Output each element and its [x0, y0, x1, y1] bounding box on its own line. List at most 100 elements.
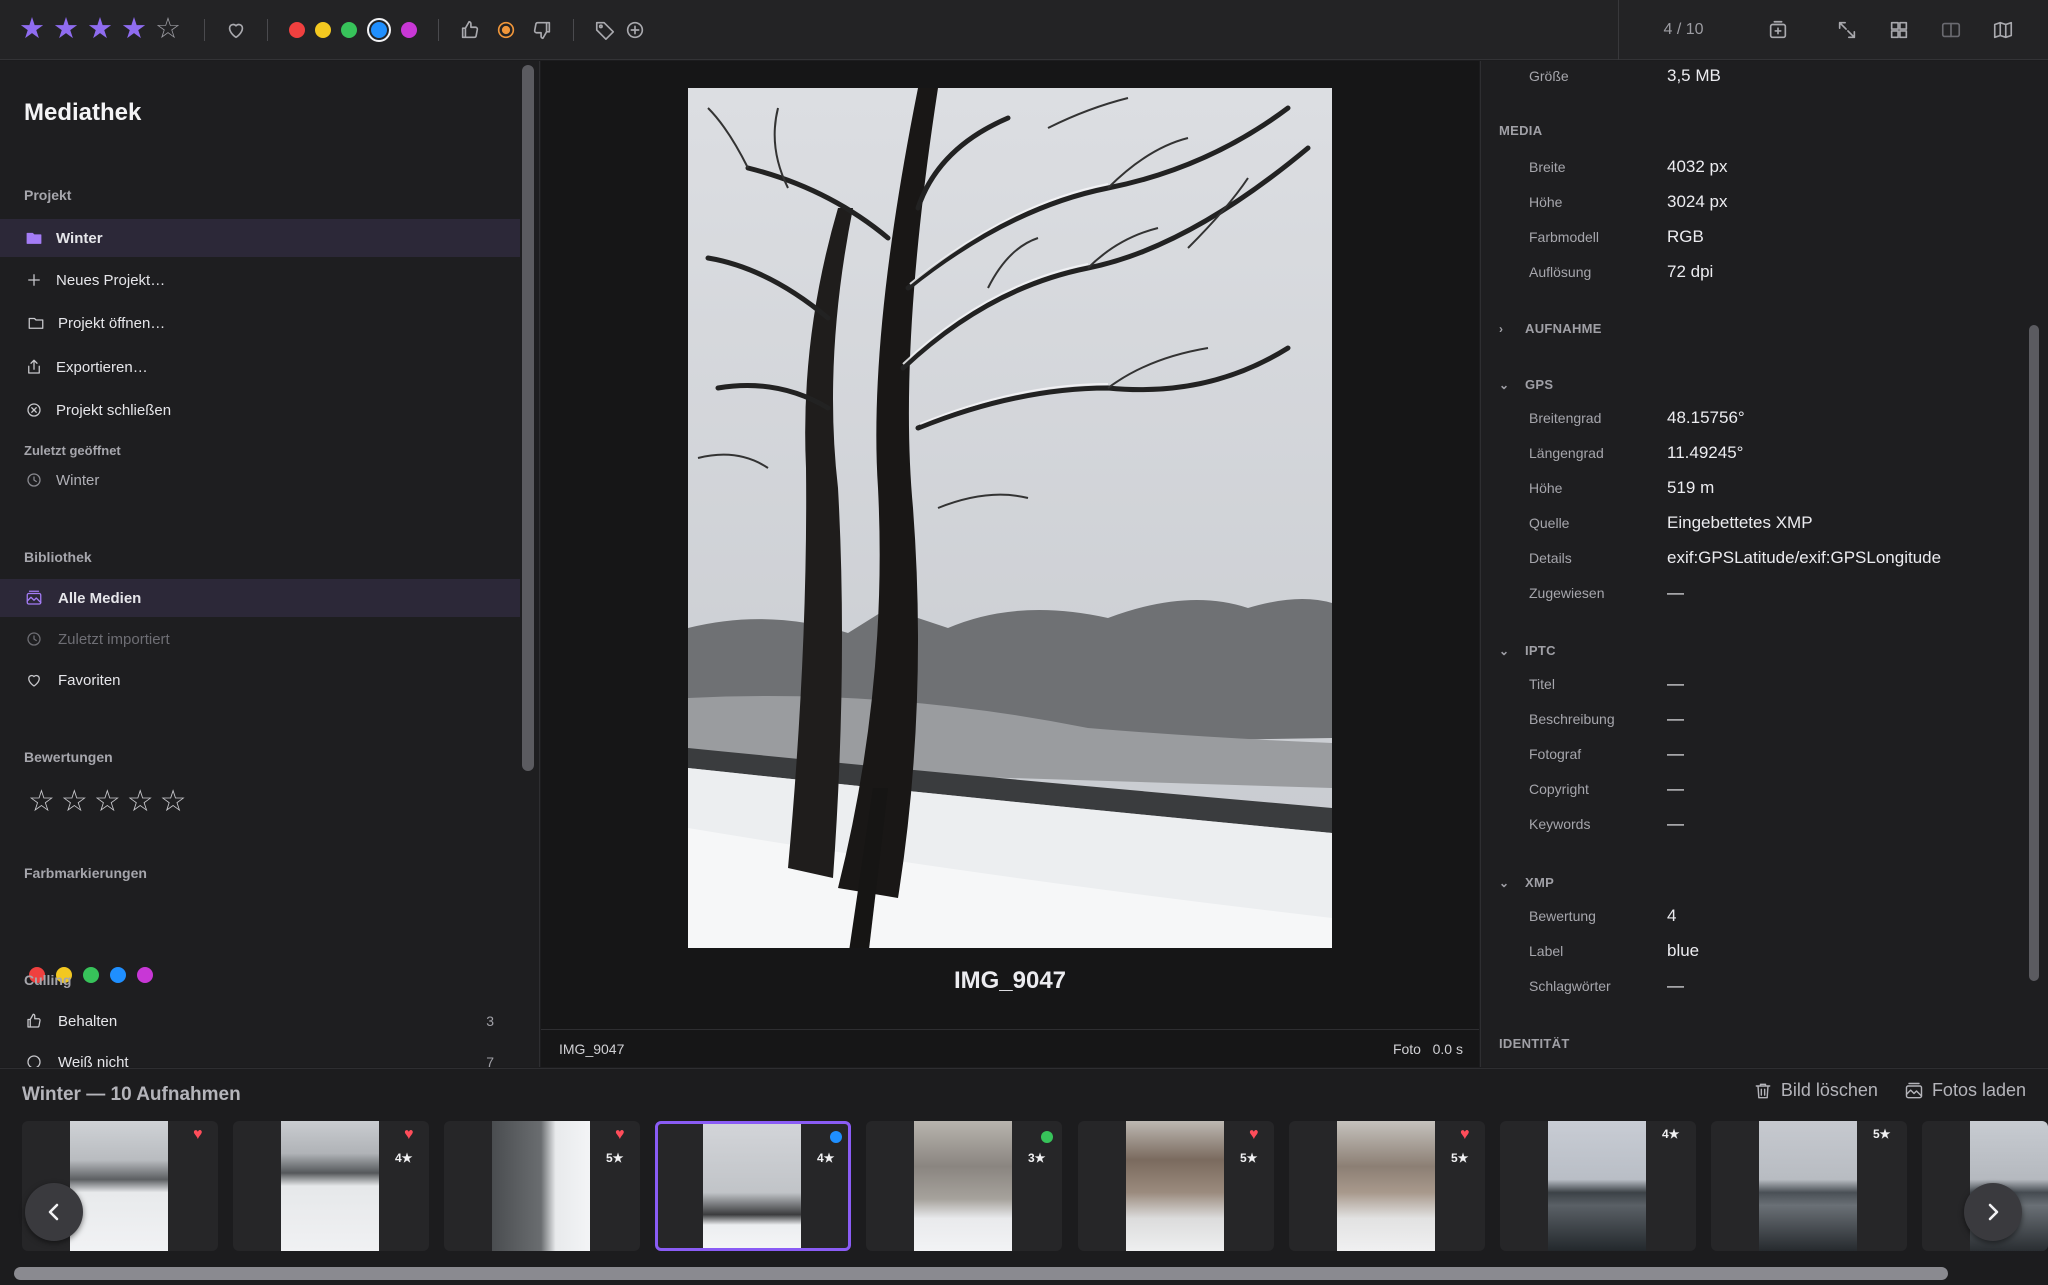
rating-filter-star-3-icon[interactable]: ☆ [94, 787, 121, 817]
section-header-xmp[interactable]: ⌄ XMP [1499, 875, 1554, 890]
map-icon[interactable] [1988, 15, 2018, 45]
filmstrip-prev-button[interactable] [25, 1183, 83, 1241]
filmstrip-scrollbar[interactable] [14, 1267, 1948, 1280]
meta-key: Bewertung [1529, 908, 1596, 924]
thumbs-up-icon[interactable] [455, 15, 485, 45]
sidebar-item-close-project[interactable]: Projekt schließen [0, 391, 520, 429]
rating-filter-star-5-icon[interactable]: ☆ [160, 787, 187, 817]
sidebar-item-winter-project[interactable]: Winter [0, 219, 520, 257]
star-4-icon[interactable]: ★ [120, 15, 148, 44]
status-type-duration: Foto 0.0 s [1392, 1040, 1463, 1057]
star-2-icon[interactable]: ★ [52, 15, 80, 44]
delete-image-button[interactable]: Bild löschen [1753, 1080, 1878, 1101]
thumbnail-3[interactable]: ♥ 5★ [444, 1121, 640, 1251]
color-filter-blue-dot[interactable] [110, 967, 126, 983]
thumbnail-6[interactable]: ♥ 5★ [1078, 1121, 1274, 1251]
color-filter-green-dot[interactable] [83, 967, 99, 983]
thumbnail-9[interactable]: 5★ [1711, 1121, 1907, 1251]
favorite-heart-icon: ♥ [404, 1126, 414, 1143]
meta-value[interactable]: — [1667, 779, 1684, 799]
section-title: MEDIA [1499, 123, 1543, 138]
heart-icon[interactable] [221, 15, 251, 45]
meta-value[interactable]: — [1667, 674, 1684, 694]
undecided-icon[interactable] [491, 15, 521, 45]
thumbnail-7[interactable]: ♥ 5★ [1289, 1121, 1485, 1251]
meta-value[interactable]: — [1667, 583, 1684, 603]
section-label-recent: Zuletzt geöffnet [24, 443, 121, 458]
meta-value[interactable]: RGB [1667, 227, 1704, 247]
section-header-gps[interactable]: ⌄ GPS [1499, 377, 1553, 392]
meta-value[interactable]: Eingebettetes XMP [1667, 513, 1813, 533]
filmstrip-title: Winter — 10 Aufnahmen [22, 1084, 241, 1105]
sidebar-scrollbar[interactable] [522, 65, 534, 771]
meta-value[interactable]: 3024 px [1667, 192, 1728, 212]
culling-item-keep[interactable]: Behalten 3 [0, 1002, 520, 1040]
meta-value[interactable]: — [1667, 744, 1684, 764]
color-blue-dot[interactable] [367, 17, 391, 42]
thumbs-up-icon [24, 1011, 44, 1031]
meta-value[interactable]: 4032 px [1667, 157, 1728, 177]
compare-view-icon[interactable] [1936, 15, 1966, 45]
rating-filter-star-2-icon[interactable]: ☆ [61, 787, 88, 817]
meta-value[interactable]: — [1667, 976, 1684, 996]
section-header-identity[interactable]: IDENTITÄT [1499, 1036, 1570, 1051]
inspector-scrollbar[interactable] [2029, 325, 2039, 981]
viewer-status-bar: IMG_9047 Foto 0.0 s [541, 1029, 1479, 1067]
meta-row-latitude: Breitengrad 48.15756° [1529, 403, 2019, 433]
meta-key: Höhe [1529, 480, 1563, 496]
section-header-media[interactable]: MEDIA [1499, 123, 1542, 138]
meta-value[interactable]: blue [1667, 941, 1699, 961]
fullscreen-icon[interactable] [1832, 15, 1862, 45]
meta-key: Breitengrad [1529, 410, 1602, 426]
thumbnail-image [492, 1121, 590, 1251]
thumbnail-2[interactable]: ♥ 4★ [233, 1121, 429, 1251]
color-yellow-dot[interactable] [315, 21, 331, 38]
color-label-picker [284, 17, 422, 42]
meta-value[interactable]: 48.15756° [1667, 408, 1745, 428]
section-title: IDENTITÄT [1499, 1036, 1570, 1051]
sidebar-item-export[interactable]: Exportieren… [0, 348, 520, 386]
thumbnail-5[interactable]: 3★ [866, 1121, 1062, 1251]
color-filter-purple-dot[interactable] [137, 967, 153, 983]
meta-value[interactable]: 4 [1667, 906, 1676, 926]
star-5-icon[interactable]: ☆ [154, 15, 182, 44]
section-header-aufnahme[interactable]: › AUFNAHME [1499, 321, 1602, 336]
thumbs-down-icon[interactable] [527, 15, 557, 45]
thumbnail-4-selected[interactable]: 4★ [655, 1121, 851, 1251]
sidebar-item-favorites[interactable]: Favoriten [0, 661, 520, 699]
chevron-down-icon: ⌄ [1499, 377, 1510, 392]
meta-value[interactable]: — [1667, 709, 1684, 729]
tag-icon[interactable] [590, 15, 620, 45]
color-red-dot[interactable] [289, 21, 305, 38]
rating-filter-star-4-icon[interactable]: ☆ [127, 787, 154, 817]
meta-value[interactable]: 72 dpi [1667, 262, 1713, 282]
app-window: ★ ★ ★ ★ ☆ 4 / 10 Mediathek Projekt Winte… [0, 0, 2048, 1285]
star-1-icon[interactable]: ★ [18, 15, 46, 44]
sidebar-item-recently-imported[interactable]: Zuletzt importiert [0, 620, 520, 658]
section-header-iptc[interactable]: ⌄ IPTC [1499, 643, 1556, 658]
color-green-dot[interactable] [341, 21, 357, 38]
sidebar-item-all-media[interactable]: Alle Medien [0, 579, 520, 617]
star-3-icon[interactable]: ★ [86, 15, 114, 44]
meta-value[interactable]: 11.49245° [1667, 443, 1743, 463]
sidebar-item-open-project[interactable]: Projekt öffnen… [0, 304, 520, 342]
meta-value[interactable]: — [1667, 814, 1684, 834]
divider [438, 18, 439, 41]
culling-item-unsure[interactable]: Weiß nicht 7 [0, 1043, 520, 1067]
load-photos-button[interactable]: Fotos laden [1904, 1080, 2026, 1101]
thumbnail-8[interactable]: 4★ [1500, 1121, 1696, 1251]
recent-item-winter[interactable]: Winter [0, 461, 520, 499]
photo-counter: 4 / 10 [1618, 0, 1748, 60]
add-tag-icon[interactable] [620, 15, 650, 45]
meta-value[interactable]: 3,5 MB [1667, 66, 1721, 86]
meta-value[interactable]: exif:GPSLatitude/exif:GPSLongitude [1667, 548, 1941, 568]
color-purple-dot[interactable] [401, 21, 417, 38]
grid-view-icon[interactable] [1884, 15, 1914, 45]
main-photo[interactable] [688, 88, 1332, 948]
rating-filter-star-1-icon[interactable]: ☆ [28, 787, 55, 817]
filmstrip-next-button[interactable] [1964, 1183, 2022, 1241]
import-icon[interactable] [1763, 15, 1793, 45]
meta-value[interactable]: 519 m [1667, 478, 1714, 498]
rating-stars-toolbar: ★ ★ ★ ★ ☆ [18, 15, 188, 44]
sidebar-item-new-project[interactable]: Neues Projekt… [0, 261, 520, 299]
